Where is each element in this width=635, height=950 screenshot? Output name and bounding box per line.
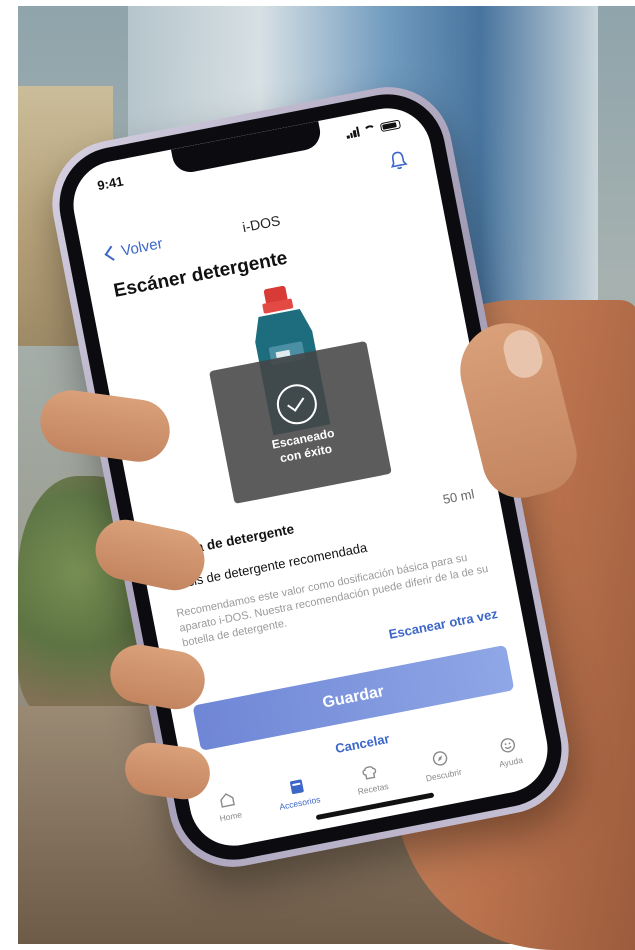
check-circle-icon (272, 380, 320, 428)
scan-success-overlay: Escaneado con éxito (208, 340, 392, 505)
rescan-link[interactable]: Escanear otra vez (387, 606, 498, 642)
tab-home[interactable]: Home (215, 789, 243, 824)
tab-accesorios-label: Accesorios (278, 794, 322, 812)
home-icon (220, 792, 236, 808)
status-icons (345, 118, 402, 139)
save-button[interactable]: Guardar (192, 644, 515, 751)
status-time: 9:41 (96, 173, 125, 194)
tab-home-label: Home (218, 809, 243, 824)
bell-icon[interactable] (387, 149, 408, 172)
dose-value: 50 ml (441, 486, 476, 508)
dose-note: Recomendamos este valor como dosificació… (175, 551, 490, 650)
detergent-box-icon (289, 779, 304, 795)
tab-recetas-label: Recetas (356, 780, 390, 797)
battery-icon (379, 118, 402, 132)
scan-area: Escaneado con éxito (190, 271, 397, 510)
tab-accesorios[interactable]: Accesorios (274, 774, 321, 812)
compass-icon (433, 751, 448, 766)
chef-hat-icon (362, 766, 377, 780)
tab-descubrir-label: Descubrir (424, 766, 463, 784)
tab-descubrir[interactable]: Descubrir (421, 746, 463, 783)
tab-ayuda[interactable]: Ayuda (494, 734, 524, 770)
notch (170, 121, 323, 176)
tab-ayuda-label: Ayuda (498, 754, 524, 770)
wifi-icon (362, 123, 377, 135)
smiley-icon (500, 738, 515, 753)
tab-recetas[interactable]: Recetas (353, 760, 390, 797)
signal-icon (345, 126, 360, 139)
